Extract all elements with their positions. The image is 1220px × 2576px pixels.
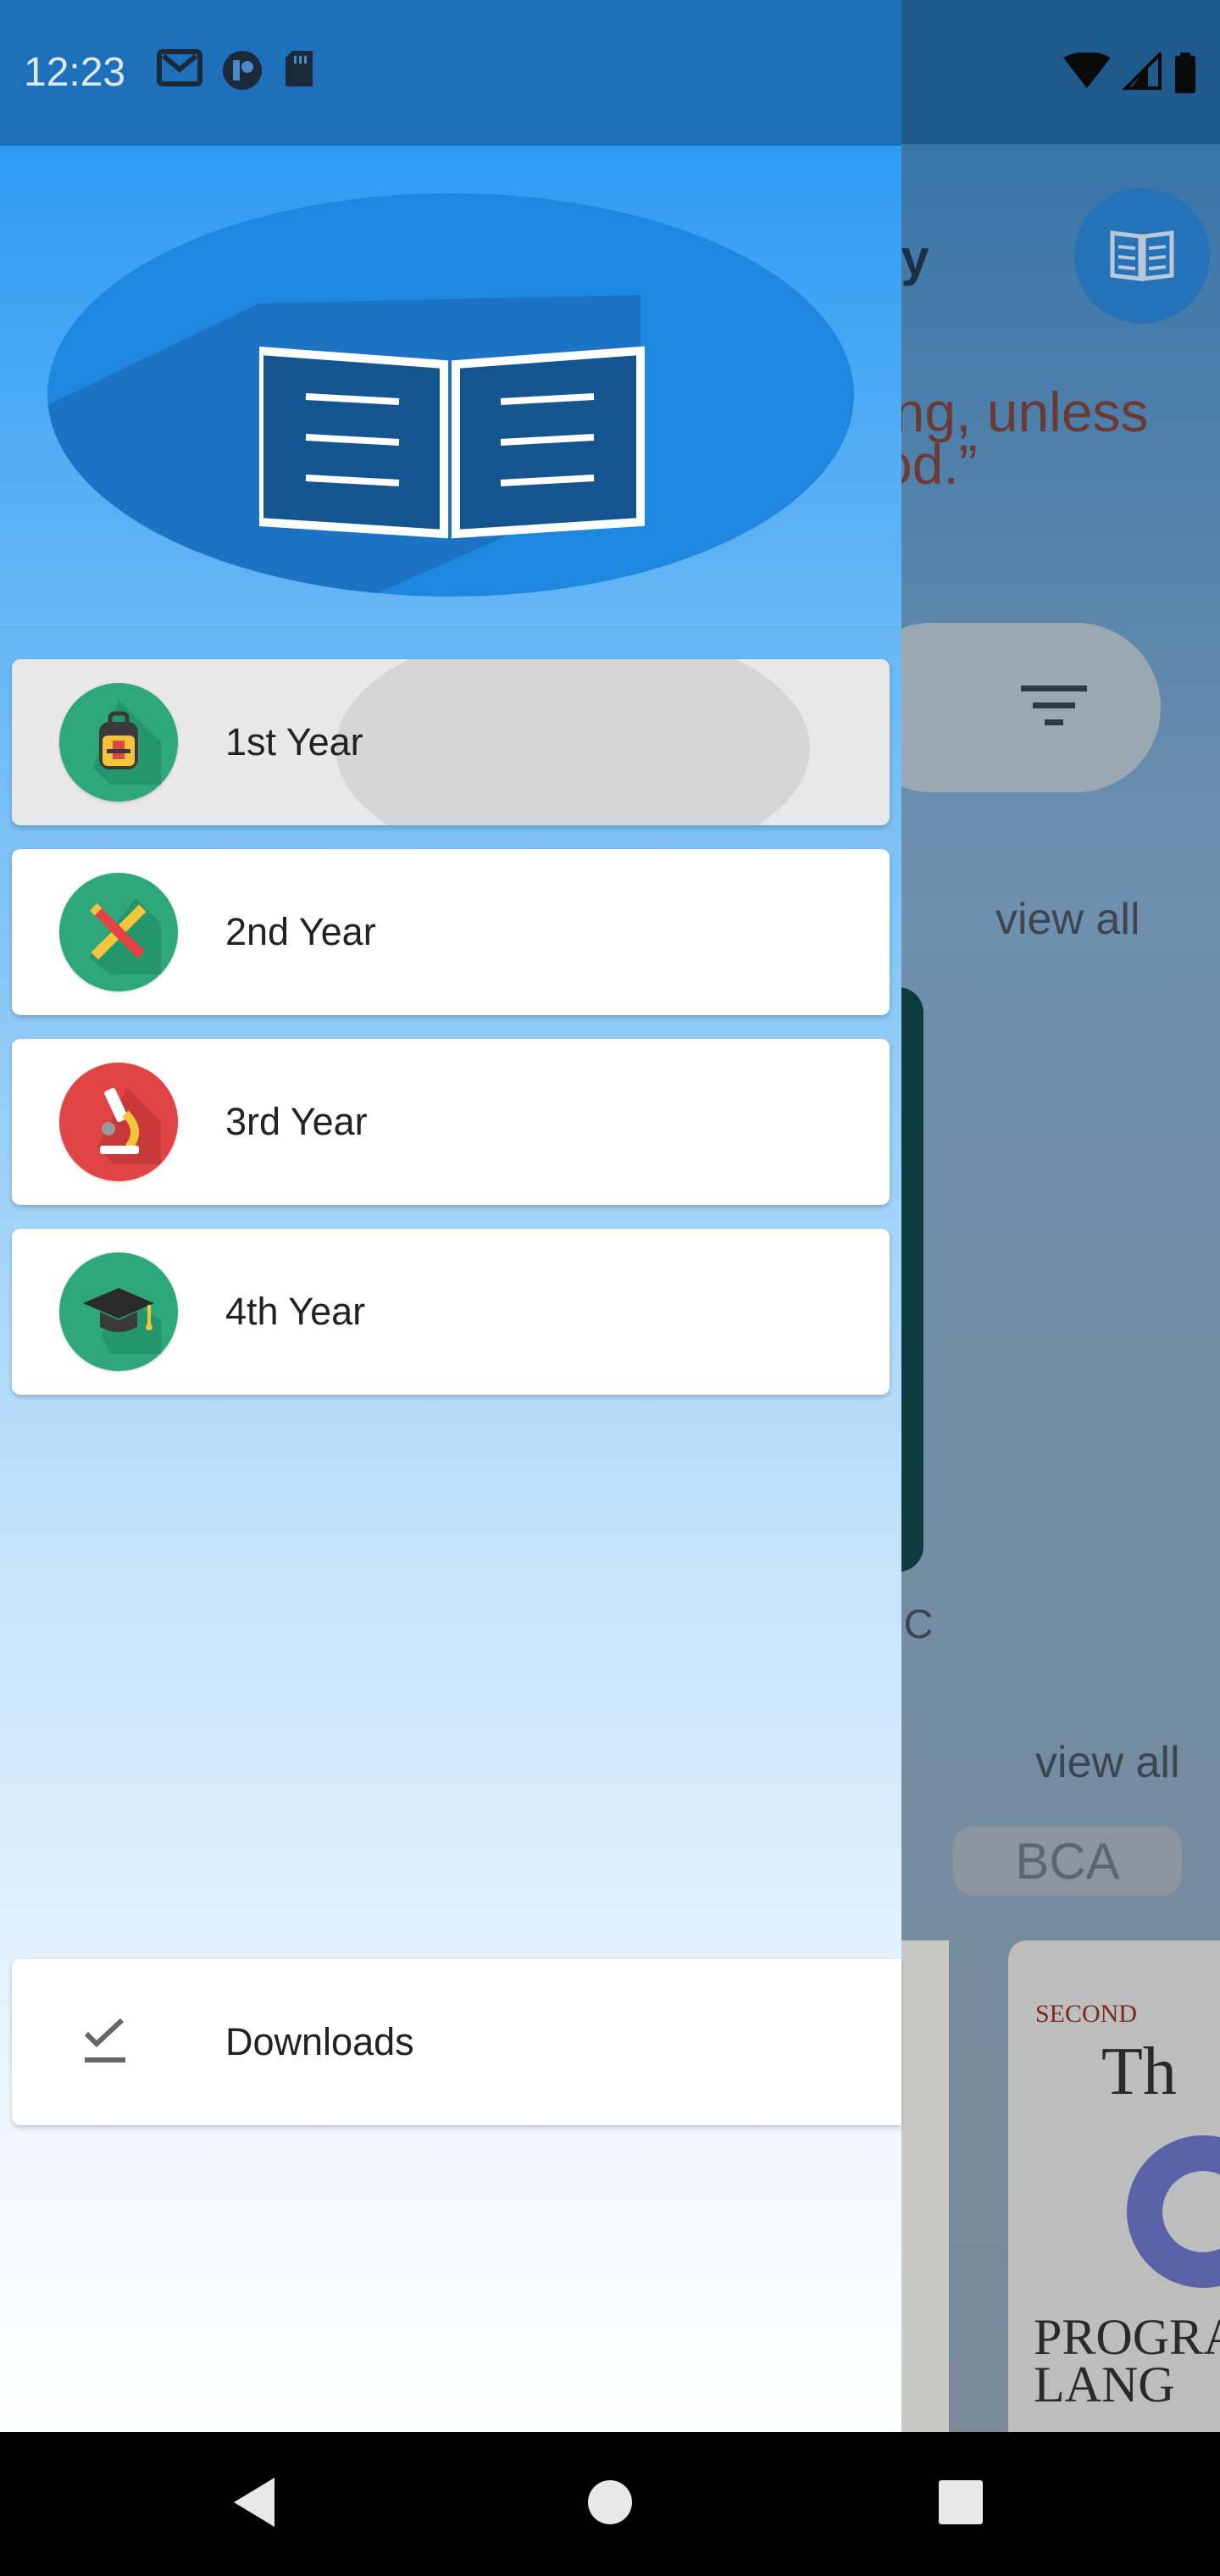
- menu-item-3rd-year[interactable]: 3rd Year: [12, 1039, 890, 1205]
- book-subtitle-text: PROGRA LANG: [1034, 2309, 1220, 2412]
- menu-item-1st-year[interactable]: 1st Year: [12, 659, 890, 825]
- home-icon[interactable]: [586, 2474, 634, 2530]
- system-navigation-bar: [0, 2432, 1220, 2576]
- category-chip: BCA: [953, 1826, 1182, 1896]
- menu-item-downloads[interactable]: Downloads: [12, 1959, 901, 2125]
- book-cover-graphic: [1127, 2135, 1220, 2288]
- quote-line-1: ing, unless: [881, 380, 1149, 443]
- book-subtitle-line-1: PROGRA: [1034, 2309, 1220, 2365]
- filter-icon: [1021, 686, 1087, 725]
- app-icon: [223, 51, 262, 90]
- background-quote: ing, unless od.”: [881, 380, 1149, 496]
- battery-icon: [1175, 53, 1195, 93]
- drawer-header: [0, 146, 901, 624]
- app-logo: [47, 193, 854, 597]
- background-book-cover: SECOND Th PROGRA LANG: [1008, 1940, 1220, 2432]
- book-icon: [1110, 230, 1174, 281]
- background-library-button: [1074, 188, 1210, 324]
- backpack-icon: [59, 683, 178, 802]
- menu-item-2nd-year[interactable]: 2nd Year: [12, 849, 890, 1015]
- ruler-pencil-icon: [59, 873, 178, 991]
- download-check-icon: [84, 2018, 125, 2062]
- sd-card-icon: [286, 51, 313, 86]
- view-all-link: view all: [1035, 1738, 1180, 1787]
- status-left-icons: [157, 49, 316, 92]
- microscope-icon: [59, 1063, 178, 1181]
- signal-icon: [1123, 53, 1162, 90]
- menu-item-label: 2nd Year: [225, 910, 376, 953]
- view-all-link: view all: [995, 895, 1140, 944]
- book-edition-text: SECOND: [1035, 2000, 1138, 2028]
- open-book-icon: [259, 346, 645, 539]
- touch-ripple: [336, 659, 810, 825]
- gmail-icon: [157, 49, 202, 86]
- quote-line-2: od.”: [881, 433, 978, 496]
- book-subtitle-line-2: LANG: [1034, 2357, 1175, 2412]
- back-icon[interactable]: [230, 2474, 278, 2530]
- drawer-divider: [0, 624, 901, 625]
- status-right-icons: [1063, 53, 1197, 93]
- status-bar: 12:23: [0, 0, 901, 146]
- recents-icon[interactable]: [937, 2474, 984, 2530]
- menu-item-label: 1st Year: [225, 720, 363, 763]
- menu-item-label: 3rd Year: [225, 1100, 368, 1143]
- menu-item-label: 4th Year: [225, 1290, 366, 1333]
- book-title-text: Th: [1101, 2035, 1177, 2109]
- menu-item-label: Downloads: [225, 2020, 414, 2063]
- wifi-icon: [1063, 53, 1111, 88]
- menu-item-4th-year[interactable]: 4th Year: [12, 1229, 890, 1395]
- status-time: 12:23: [24, 50, 126, 95]
- graduation-cap-icon: [59, 1252, 178, 1371]
- navigation-drawer: 1st Year 2nd Year 3rd Year 4th Year Down…: [0, 146, 901, 2432]
